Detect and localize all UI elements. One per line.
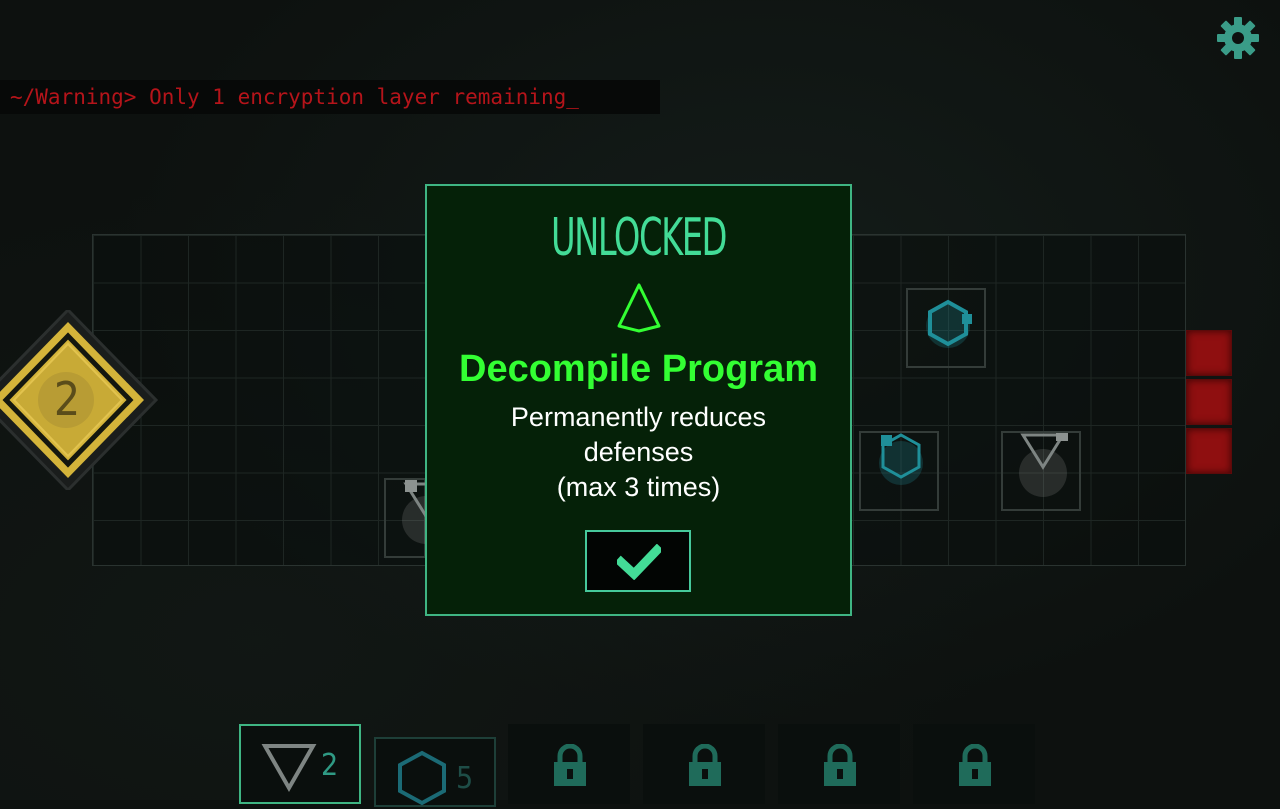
firewall-block: [1186, 379, 1232, 425]
decompile-program-icon: [617, 283, 661, 333]
hexagon-node-icon: [926, 299, 972, 348]
program-description: Permanently reduces defenses (max 3 time…: [427, 400, 850, 505]
firewall-block: [1186, 428, 1232, 474]
description-line: Permanently reduces: [510, 402, 767, 432]
warning-message: ~/Warning> Only 1 encryption layer remai…: [0, 80, 660, 114]
firewall-block: [1186, 330, 1232, 376]
board-node-hexagon[interactable]: [859, 431, 939, 511]
dialog-title: UNLOCKED: [550, 208, 728, 268]
inventory-slot-locked: [643, 724, 765, 804]
level-number: 2: [53, 372, 81, 426]
inventory-slot-hexagon[interactable]: 5: [374, 737, 496, 807]
lock-icon: [959, 744, 991, 786]
inventory-slot-locked: [508, 724, 630, 804]
lock-icon: [824, 744, 856, 786]
hexagon-icon: [398, 750, 446, 806]
triangle-node-icon: [402, 480, 428, 544]
gear-icon: [1217, 17, 1259, 59]
slot-count: 2: [321, 748, 339, 783]
unlock-dialog: UNLOCKED Decompile Program Permanently r…: [425, 184, 852, 616]
inventory-slot-triangle[interactable]: 2: [239, 724, 361, 804]
board-node-triangle[interactable]: [384, 478, 428, 558]
inventory-slot-locked: [913, 724, 1035, 804]
level-badge: 2: [0, 307, 160, 493]
triangle-down-icon: [261, 744, 317, 793]
hexagon-node-icon: [879, 433, 923, 485]
firewall-blocks: [1186, 330, 1232, 474]
checkmark-icon: [617, 544, 661, 580]
slot-count: 5: [456, 761, 474, 796]
description-line: (max 3 times): [556, 472, 721, 502]
board-node-triangle[interactable]: [1001, 431, 1081, 511]
inventory-slot-locked: [778, 724, 900, 804]
program-name: Decompile Program: [459, 348, 818, 390]
description-line: defenses: [583, 437, 694, 467]
lock-icon: [689, 744, 721, 786]
board-node-hexagon[interactable]: [906, 288, 986, 368]
warning-text: ~/Warning> Only 1 encryption layer remai…: [10, 85, 579, 109]
confirm-button[interactable]: [585, 530, 691, 592]
lock-icon: [554, 744, 586, 786]
settings-button[interactable]: [1212, 12, 1264, 64]
triangle-node-icon: [1019, 433, 1068, 497]
